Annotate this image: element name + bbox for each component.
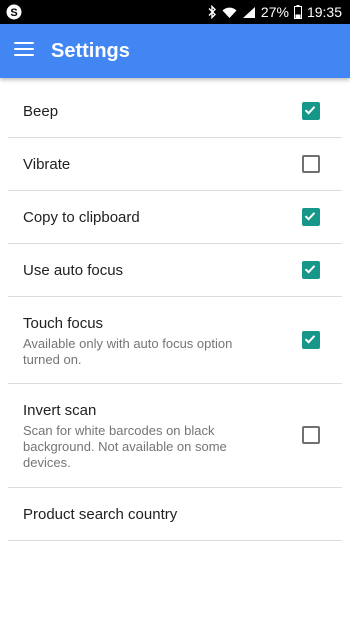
- menu-icon[interactable]: [14, 42, 34, 58]
- svg-text:S: S: [10, 7, 17, 19]
- bluetooth-icon: [207, 5, 217, 19]
- battery-percent: 27%: [260, 4, 289, 20]
- status-bar: S 27% 19:35: [0, 0, 350, 24]
- setting-beep[interactable]: Beep: [8, 85, 342, 138]
- setting-label: Beep: [23, 103, 59, 120]
- setting-label: Touch focus: [23, 315, 104, 332]
- setting-label: Vibrate: [23, 156, 71, 173]
- app-bar: Settings: [0, 24, 350, 78]
- signal-icon: [242, 6, 256, 19]
- page-title: Settings: [51, 40, 130, 62]
- touch-focus-checkbox[interactable]: [302, 331, 320, 349]
- invert-scan-checkbox[interactable]: [302, 426, 320, 444]
- skype-notification-icon: S: [6, 4, 22, 20]
- setting-use-auto-focus[interactable]: Use auto focus: [8, 244, 342, 297]
- clock: 19:35: [306, 4, 342, 20]
- setting-summary: Scan for white barcodes on black backgro…: [23, 423, 227, 470]
- setting-label: Copy to clipboard: [23, 209, 140, 226]
- setting-touch-focus[interactable]: Touch focus Available only with auto foc…: [8, 297, 342, 384]
- setting-summary: Available only with auto focus option tu…: [23, 336, 233, 367]
- setting-label: Product search country: [23, 506, 178, 523]
- vibrate-checkbox[interactable]: [302, 155, 320, 173]
- setting-vibrate[interactable]: Vibrate: [8, 138, 342, 191]
- setting-label: Invert scan: [23, 402, 97, 419]
- setting-product-search-country[interactable]: Product search country: [8, 488, 342, 541]
- setting-label: Use auto focus: [23, 262, 124, 279]
- wifi-icon: [222, 6, 237, 19]
- settings-list: Beep Vibrate Copy to clipboard Use auto …: [0, 85, 350, 541]
- setting-invert-scan[interactable]: Invert scan Scan for white barcodes on b…: [8, 384, 342, 488]
- setting-copy-to-clipboard[interactable]: Copy to clipboard: [8, 191, 342, 244]
- copy-to-clipboard-checkbox[interactable]: [302, 208, 320, 226]
- beep-checkbox[interactable]: [302, 102, 320, 120]
- use-auto-focus-checkbox[interactable]: [302, 261, 320, 279]
- battery-icon: [293, 5, 302, 19]
